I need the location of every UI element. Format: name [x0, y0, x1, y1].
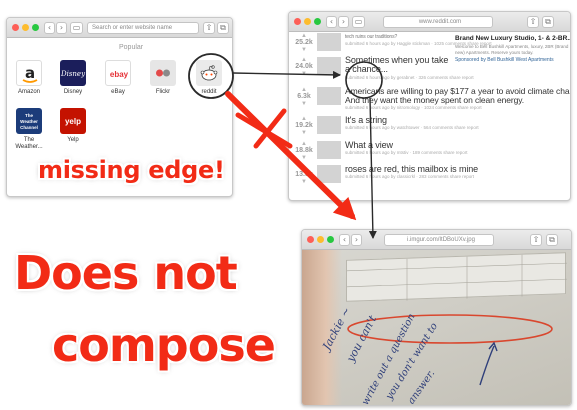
does-not-caption: Does not [14, 246, 238, 300]
post-highlight-circle [345, 61, 383, 99]
reddit-highlight-circle [188, 53, 234, 99]
cross-mark-stroke-1 [235, 112, 293, 149]
compose-caption: compose [52, 318, 276, 372]
favorite-to-reddit-arrow [232, 70, 341, 79]
missing-edge-caption: missing edge! [38, 156, 225, 184]
missing-edge-arrow [225, 91, 357, 221]
post-to-photo-arrow [368, 97, 377, 239]
